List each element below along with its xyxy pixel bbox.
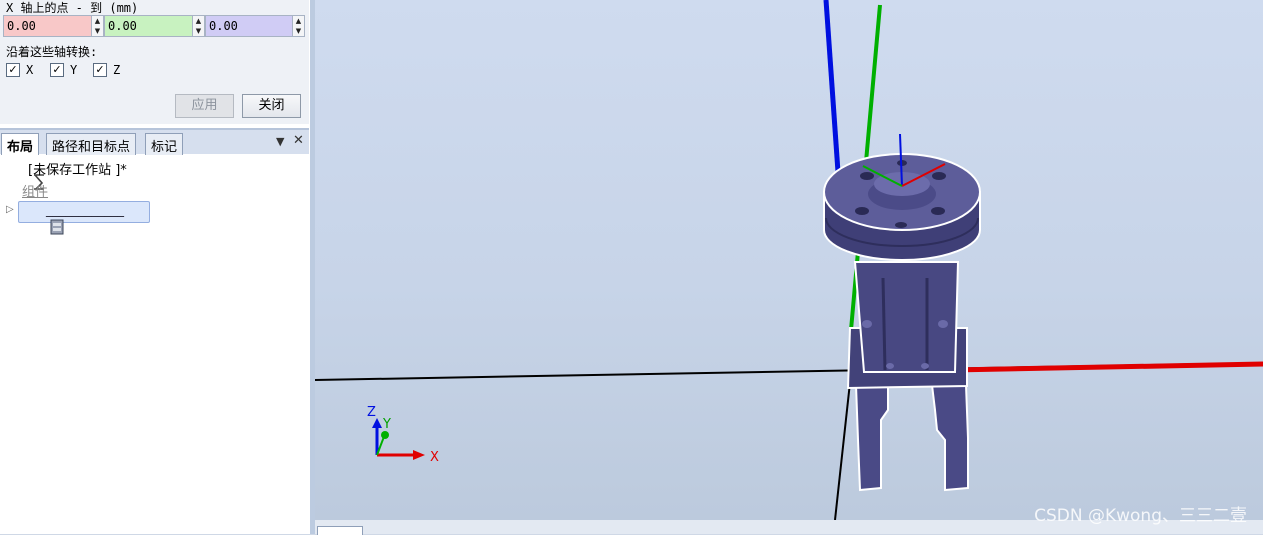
y-value-stepper[interactable]: 0.00 ▲ ▼ — [104, 15, 205, 37]
pin-icon[interactable]: ▼ — [276, 135, 284, 148]
orientation-triad: Z Y X — [367, 405, 439, 465]
apply-button[interactable]: 应用 — [175, 94, 234, 118]
scene-graphics: Z Y X — [315, 0, 1263, 520]
spin-up-icon[interactable]: ▲ — [293, 16, 304, 26]
expand-arrow-icon[interactable]: ▷ — [6, 204, 14, 215]
tab-layout[interactable]: 布局 — [1, 133, 40, 155]
checkbox-checked-icon[interactable]: ✓ — [6, 63, 20, 77]
spin-down-icon[interactable]: ▼ — [92, 26, 103, 36]
tree-component-item[interactable]: ▷ ____________ — [0, 201, 155, 235]
close-button[interactable]: 关闭 — [242, 94, 301, 118]
transform-properties: X 轴上的点 - 到 (mm) 0.00 ▲ ▼ 0.00 ▲ ▼ 0.00 ▲ ▼ … — [0, 0, 309, 124]
3d-viewport[interactable]: Z Y X — [315, 0, 1263, 520]
browser-tabbar: 布局 路径和目标点 标记 ▼ ✕ — [0, 128, 309, 155]
z-value-stepper[interactable]: 0.00 ▲ ▼ — [205, 15, 305, 37]
spin-up-icon[interactable]: ▲ — [92, 16, 103, 26]
checkbox-checked-icon[interactable]: ✓ — [93, 63, 107, 77]
tab-paths-targets[interactable]: 路径和目标点 — [46, 133, 137, 155]
tree-group-label[interactable]: 组件 — [22, 181, 48, 201]
checkbox-checked-icon[interactable]: ✓ — [50, 63, 64, 77]
tree-station[interactable]: [未保存工作站 ]* — [0, 158, 127, 190]
triad-z-label: Z — [367, 405, 376, 420]
spin-down-icon[interactable]: ▼ — [293, 26, 304, 36]
tab-markers[interactable]: 标记 — [145, 133, 184, 155]
close-icon[interactable]: ✕ — [293, 133, 304, 148]
triad-y-label: Y — [382, 417, 391, 432]
x-value-stepper[interactable]: 0.00 ▲ ▼ — [3, 15, 104, 37]
spin-down-icon[interactable]: ▼ — [193, 26, 204, 36]
spin-up-icon[interactable]: ▲ — [193, 16, 204, 26]
translate-axes-label: 沿着这些轴转换: — [6, 45, 98, 59]
left-panel: X 轴上的点 - 到 (mm) 0.00 ▲ ▼ 0.00 ▲ ▼ 0.00 ▲ ▼ … — [0, 0, 310, 534]
gripper-model[interactable] — [823, 133, 981, 492]
triad-x-label: X — [430, 450, 439, 465]
z-value-input[interactable]: 0.00 — [205, 15, 293, 37]
watermark: CSDN @Kwong、三三二壹 — [1034, 506, 1247, 526]
points-range-label: X 轴上的点 - 到 (mm) — [6, 1, 139, 15]
y-value-input[interactable]: 0.00 — [104, 15, 193, 37]
x-value-input[interactable]: 0.00 — [3, 15, 92, 37]
